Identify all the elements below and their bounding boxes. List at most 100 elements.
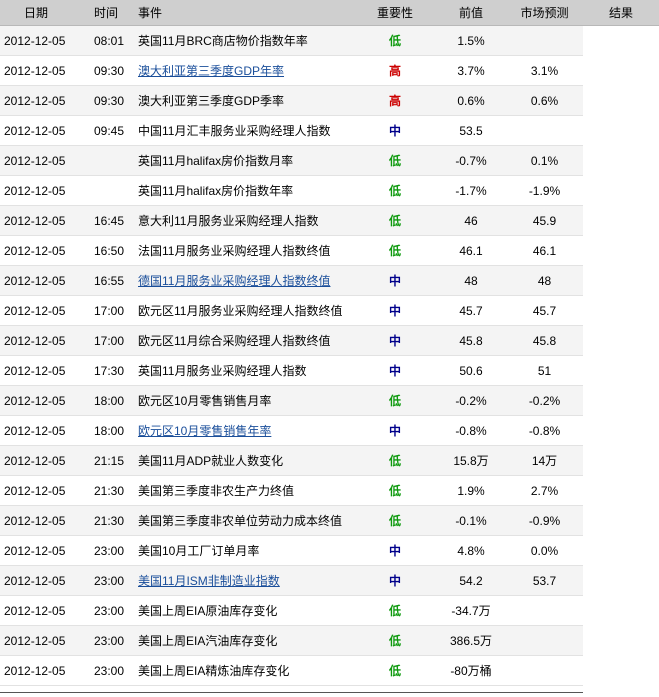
- time-cell: 08:01: [84, 25, 134, 56]
- importance-badge: 中: [388, 574, 401, 588]
- date-cell: 2012-12-05: [0, 595, 84, 626]
- previous-cell: 1.9%: [436, 475, 506, 506]
- table-row: 2012-12-05 16:50 法国11月服务业采购经理人指数终值 低 46.1 46.…: [0, 235, 659, 266]
- result-cell: [583, 535, 659, 566]
- importance-cell: 中: [354, 535, 436, 566]
- event-name: 美国10月工厂订单月率: [138, 544, 260, 558]
- previous-cell: -0.7%: [436, 145, 506, 176]
- forecast-cell: 45.7: [506, 295, 583, 326]
- forecast-cell: 0.1%: [506, 145, 583, 176]
- importance-cell: 低: [354, 145, 436, 176]
- event-name: 英国11月服务业采购经理人指数: [138, 364, 307, 378]
- event-cell: 英国11月halifax房价指数月率: [134, 145, 354, 176]
- time-cell: [84, 175, 134, 206]
- event-cell: 欧元区11月服务业采购经理人指数终值: [134, 295, 354, 326]
- event-cell: 英国11月服务业采购经理人指数: [134, 355, 354, 386]
- event-link[interactable]: 澳大利亚第三季度GDP年率: [138, 64, 284, 78]
- event-link[interactable]: 欧元区10月零售销售年率: [138, 424, 271, 438]
- importance-badge: 低: [388, 514, 401, 528]
- header-importance: 重要性: [354, 0, 436, 26]
- time-cell: [84, 145, 134, 176]
- time-cell: 21:15: [84, 445, 134, 476]
- event-name: 美国上周EIA汽油库存变化: [138, 634, 278, 648]
- table-row: 2012-12-05 17:00 欧元区11月综合采购经理人指数终值 中 45.8 45.…: [0, 325, 659, 356]
- date-cell: 2012-12-05: [0, 115, 84, 146]
- importance-cell: 低: [354, 505, 436, 536]
- event-name: 欧元区10月零售销售月率: [138, 394, 272, 408]
- event-cell: 意大利11月服务业采购经理人指数: [134, 205, 354, 236]
- result-cell: [583, 565, 659, 596]
- event-cell: 美国第三季度非农单位劳动力成本终值: [134, 505, 354, 536]
- previous-cell: 386.5万: [436, 625, 506, 656]
- forecast-cell: -0.2%: [506, 385, 583, 416]
- importance-badge: 低: [388, 664, 401, 678]
- time-cell: 09:45: [84, 115, 134, 146]
- event-cell: 英国11月BRC商店物价指数年率: [134, 25, 354, 56]
- previous-cell: -1.7%: [436, 175, 506, 206]
- previous-cell: 46.1: [436, 235, 506, 266]
- event-cell: 美国11月ISM非制造业指数: [134, 565, 354, 596]
- importance-badge: 低: [388, 394, 401, 408]
- table-row: 2012-12-05 21:30 美国第三季度非农单位劳动力成本终值 低 -0.1% -0…: [0, 505, 659, 536]
- event-cell: 欧元区10月零售销售年率: [134, 415, 354, 446]
- importance-badge: 低: [388, 454, 401, 468]
- date-cell: 2012-12-05: [0, 55, 84, 86]
- importance-badge: 低: [388, 214, 401, 228]
- date-cell: 2012-12-05: [0, 625, 84, 656]
- forecast-cell: 45.9: [506, 205, 583, 236]
- importance-badge: 中: [388, 544, 401, 558]
- event-link[interactable]: 美国11月ISM非制造业指数: [138, 574, 280, 588]
- result-cell: [583, 85, 659, 116]
- importance-cell: 低: [354, 205, 436, 236]
- event-cell: 欧元区11月综合采购经理人指数终值: [134, 325, 354, 356]
- importance-cell: 低: [354, 445, 436, 476]
- time-cell: 23:00: [84, 565, 134, 596]
- importance-cell: 中: [354, 295, 436, 326]
- calendar-table: 日期 时间 事件 重要性 前值 市场预测 结果 2012-12-05 08:01 英…: [0, 0, 659, 686]
- importance-badge: 低: [388, 604, 401, 618]
- event-cell: 澳大利亚第三季度GDP季率: [134, 85, 354, 116]
- event-cell: 美国第三季度非农生产力终值: [134, 475, 354, 506]
- importance-badge: 低: [388, 244, 401, 258]
- importance-badge: 低: [388, 184, 401, 198]
- date-cell: 2012-12-05: [0, 25, 84, 56]
- table-row: 2012-12-05 23:00 美国上周EIA精炼油库存变化 低 -80万桶: [0, 655, 659, 686]
- table-row: 2012-12-05 21:15 美国11月ADP就业人数变化 低 15.8万 14万: [0, 445, 659, 476]
- event-name: 澳大利亚第三季度GDP季率: [138, 94, 285, 108]
- importance-badge: 高: [388, 64, 401, 78]
- forecast-cell: 53.7: [506, 565, 583, 596]
- time-cell: 16:45: [84, 205, 134, 236]
- previous-cell: -34.7万: [436, 595, 506, 626]
- table-row: 2012-12-05 08:01 英国11月BRC商店物价指数年率 低 1.5%: [0, 25, 659, 56]
- table-row: 2012-12-05 21:30 美国第三季度非农生产力终值 低 1.9% 2.7%: [0, 475, 659, 506]
- forecast-cell: -1.9%: [506, 175, 583, 206]
- event-cell: 美国10月工厂订单月率: [134, 535, 354, 566]
- result-cell: [583, 295, 659, 326]
- event-cell: 英国11月halifax房价指数年率: [134, 175, 354, 206]
- event-cell: 中国11月汇丰服务业采购经理人指数: [134, 115, 354, 146]
- header-previous: 前值: [436, 0, 506, 26]
- previous-cell: -80万桶: [436, 655, 506, 686]
- importance-cell: 中: [354, 355, 436, 386]
- result-cell: [583, 55, 659, 86]
- event-link[interactable]: 德国11月服务业采购经理人指数终值: [138, 274, 330, 288]
- result-cell: [583, 235, 659, 266]
- event-name: 意大利11月服务业采购经理人指数: [138, 214, 319, 228]
- time-cell: 16:50: [84, 235, 134, 266]
- result-cell: [583, 145, 659, 176]
- time-cell: 17:00: [84, 325, 134, 356]
- previous-cell: 45.7: [436, 295, 506, 326]
- table-row: 2012-12-05 09:45 中国11月汇丰服务业采购经理人指数 中 53.5: [0, 115, 659, 146]
- table-body: 2012-12-05 08:01 英国11月BRC商店物价指数年率低 1.5% 2012…: [0, 25, 659, 686]
- importance-cell: 中: [354, 565, 436, 596]
- time-cell: 21:30: [84, 505, 134, 536]
- importance-cell: 低: [354, 655, 436, 686]
- event-cell: 德国11月服务业采购经理人指数终值: [134, 265, 354, 296]
- event-cell: 澳大利亚第三季度GDP年率: [134, 55, 354, 86]
- event-name: 英国11月BRC商店物价指数年率: [138, 34, 308, 48]
- importance-badge: 中: [388, 364, 401, 378]
- date-cell: 2012-12-05: [0, 505, 84, 536]
- importance-cell: 高: [354, 55, 436, 86]
- table-row: 2012-12-05 17:00 欧元区11月服务业采购经理人指数终值 中 45.7 45…: [0, 295, 659, 326]
- date-cell: 2012-12-05: [0, 355, 84, 386]
